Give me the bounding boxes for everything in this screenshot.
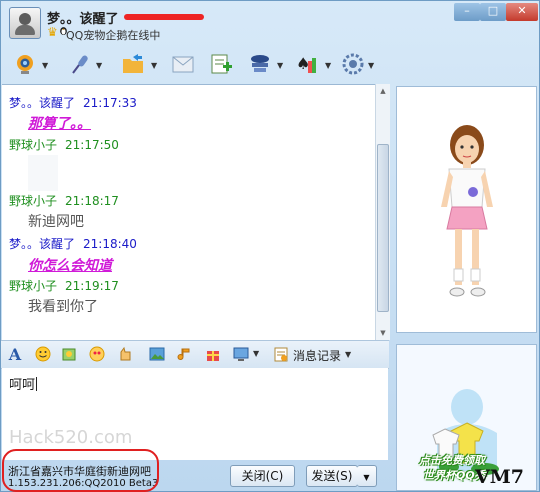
message-history-icon[interactable] [271, 345, 291, 363]
format-toolbar: A ▼ 消息记录 ▼ [1, 340, 389, 369]
qq-show-avatar-figure [441, 125, 493, 297]
signature-scribble [124, 14, 204, 20]
close-window-button[interactable]: ✕ [506, 3, 538, 21]
maximize-button[interactable]: □ [480, 3, 506, 21]
scroll-thumb[interactable] [377, 144, 389, 312]
highlight-annotation [2, 449, 159, 492]
message-text: 新迪网吧 [28, 214, 84, 230]
qq-show-panel[interactable] [396, 86, 537, 333]
main-toolbar: ▼ ▼ ▼ ▼ ♠ ▼ ▼ [1, 45, 401, 83]
gift-icon[interactable] [203, 345, 223, 363]
message-header: 梦。。该醒了 21:18:40 [9, 235, 137, 252]
chat-window: 梦。。该醒了 ♛ QQ宠物企鹅在线中 – □ ✕ ▼ ▼ ▼ ▼ ♠ ▼ ▼ 梦… [0, 0, 540, 492]
message-header: 野球小子 21:18:17 [9, 192, 119, 209]
remote-assist-icon[interactable] [246, 51, 274, 77]
chevron-down-icon[interactable]: ▼ [363, 473, 369, 482]
emoticon-icon[interactable] [33, 345, 53, 363]
message-header: 梦。。该醒了 21:17:33 [9, 94, 137, 111]
message-sender: 野球小子 [9, 194, 58, 208]
message-sender: 野球小子 [9, 138, 58, 152]
message-text: 那算了。。 [28, 116, 91, 132]
microphone-icon[interactable] [65, 51, 93, 77]
music-icon[interactable] [175, 345, 195, 363]
title-bar: 梦。。该醒了 ♛ QQ宠物企鹅在线中 – □ ✕ [1, 1, 540, 45]
chevron-down-icon[interactable]: ▼ [325, 61, 331, 70]
chevron-down-icon[interactable]: ▼ [96, 61, 102, 70]
screen-shake-icon[interactable] [115, 345, 135, 363]
message-mail-icon[interactable] [169, 51, 197, 77]
message-sender: 梦。。该醒了 [9, 237, 76, 251]
message-sender: 梦。。该醒了 [9, 96, 76, 110]
scroll-up-icon[interactable]: ▲ [377, 85, 389, 97]
chevron-down-icon[interactable]: ▼ [345, 350, 351, 359]
chat-scrollbar[interactable]: ▲ ▼ [375, 84, 390, 340]
chevron-down-icon[interactable]: ▼ [368, 61, 374, 70]
games-icon[interactable]: ♠ [293, 51, 321, 77]
message-time: 21:18:40 [83, 237, 137, 251]
chat-history: 梦。。该醒了 21:17:33 那算了。。 野球小子 21:17:50 野球小子 21… [2, 84, 375, 341]
contact-avatar[interactable] [9, 7, 41, 39]
chevron-down-icon[interactable]: ▼ [151, 61, 157, 70]
send-options-button[interactable]: ▼ [357, 465, 377, 487]
screenshot-icon[interactable] [231, 345, 251, 363]
font-icon[interactable]: A [5, 345, 25, 364]
chevron-down-icon[interactable]: ▼ [277, 61, 283, 70]
message-input-text[interactable]: 呵呵 [9, 374, 38, 393]
message-time: 21:19:17 [65, 279, 119, 293]
send-image-icon[interactable] [147, 345, 167, 363]
send-button[interactable]: 发送(S) [306, 465, 358, 487]
folder-transfer-icon[interactable] [119, 51, 147, 77]
scroll-down-icon[interactable]: ▼ [377, 327, 389, 339]
message-sender: 野球小子 [9, 279, 58, 293]
message-time: 21:17:33 [83, 96, 137, 110]
message-header: 野球小子 21:17:50 [9, 136, 119, 153]
chevron-down-icon[interactable]: ▼ [42, 61, 48, 70]
message-text: 我看到你了 [28, 299, 98, 315]
close-button[interactable]: 关闭(C) [230, 465, 295, 487]
settings-icon[interactable] [339, 51, 367, 77]
message-input[interactable]: 呵呵 Hack520.com [2, 368, 388, 460]
scrawl-icon[interactable] [87, 345, 107, 363]
minimize-button[interactable]: – [454, 3, 480, 21]
watermark: Hack520.com [9, 427, 133, 448]
crown-icon: ♛ [47, 25, 58, 39]
text-caret [36, 377, 38, 391]
app-add-icon[interactable] [207, 51, 235, 77]
message-time: 21:17:50 [65, 138, 119, 152]
webcam-icon[interactable] [11, 51, 39, 77]
magic-emoticon-icon[interactable] [59, 345, 79, 363]
message-time: 21:18:17 [65, 194, 119, 208]
message-header: 野球小子 21:19:17 [9, 277, 119, 294]
chevron-down-icon[interactable]: ▼ [253, 349, 259, 358]
message-history-button[interactable]: 消息记录 [293, 347, 341, 364]
contact-status: QQ宠物企鹅在线中 [66, 29, 161, 42]
message-image[interactable] [28, 155, 58, 191]
message-text: 你怎么会知道 [28, 258, 112, 274]
corner-label: VM7 [475, 466, 524, 488]
